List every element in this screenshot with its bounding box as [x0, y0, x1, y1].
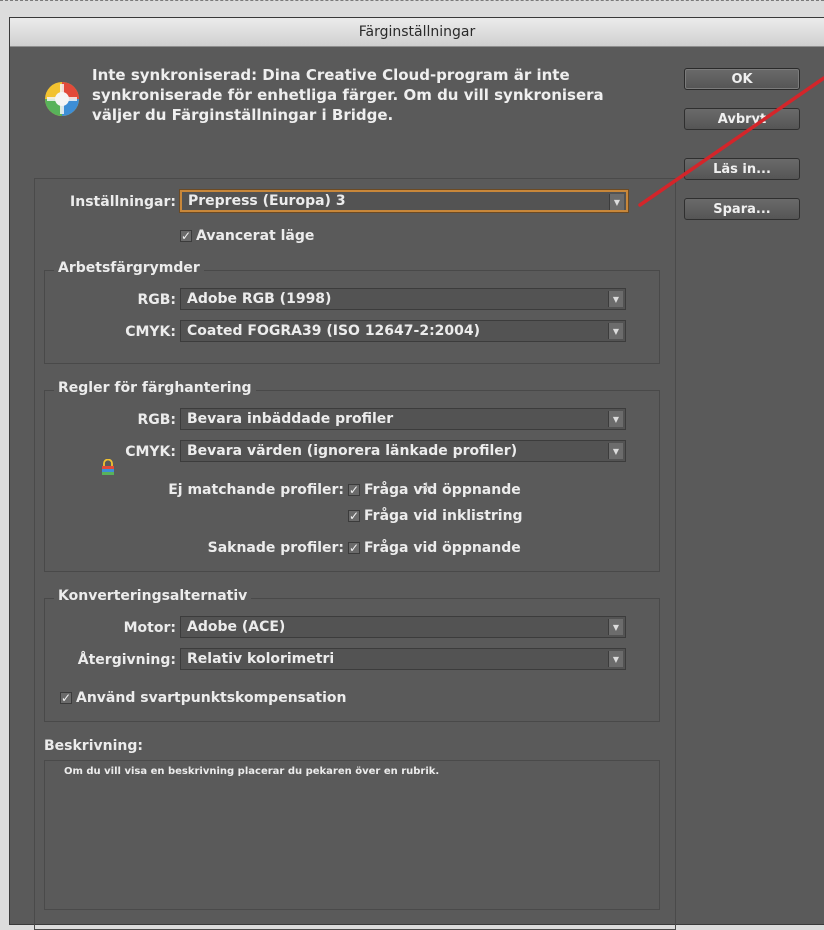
advanced-mode-checkbox[interactable]: ✓ Avancerat läge	[180, 228, 314, 244]
crosshair-cursor-icon: ✛	[421, 481, 432, 496]
description-box	[44, 760, 660, 910]
load-button[interactable]: Läs in...	[684, 158, 800, 180]
description-text: Om du vill visa en beskrivning placerar …	[64, 766, 440, 777]
checkmark-icon: ✓	[348, 509, 360, 523]
cancel-button[interactable]: Avbryt	[684, 108, 800, 130]
cm-cmyk-dropdown[interactable]: Bevara värden (ignorera länkade profiler…	[180, 440, 626, 462]
cm-rgb-value: Bevara inbäddade profiler	[187, 411, 394, 427]
chevron-down-icon: ▼	[608, 411, 623, 427]
missing-ask-open-label: Fråga vid öppnande	[364, 540, 521, 556]
missing-label: Saknade profiler:	[207, 540, 344, 556]
settings-label: Inställningar:	[70, 194, 176, 210]
ok-button[interactable]: OK	[684, 68, 800, 90]
intent-label: Återgivning:	[77, 652, 176, 668]
mismatch-label: Ej matchande profiler:	[168, 482, 344, 498]
cm-rgb-dropdown[interactable]: Bevara inbäddade profiler ▼	[180, 408, 626, 430]
cm-cmyk-value: Bevara värden (ignorera länkade profiler…	[187, 443, 518, 459]
chevron-down-icon: ▼	[608, 619, 623, 635]
missing-ask-open-checkbox[interactable]: ✓ Fråga vid öppnande	[348, 540, 521, 556]
checkmark-icon: ✓	[348, 541, 360, 555]
cm-rgb-label: RGB:	[137, 412, 176, 428]
conversion-title: Konverteringsalternativ	[54, 588, 252, 604]
save-button[interactable]: Spara...	[684, 198, 800, 220]
engine-dropdown[interactable]: Adobe (ACE) ▼	[180, 616, 626, 638]
intent-value: Relativ kolorimetri	[187, 651, 335, 667]
lock-icon	[102, 459, 114, 475]
settings-dropdown[interactable]: Prepress (Europa) 3 ▼	[180, 190, 628, 212]
mismatch-ask-paste-label: Fråga vid inklistring	[364, 508, 523, 524]
ws-cmyk-value: Coated FOGRA39 (ISO 12647-2:2004)	[187, 323, 481, 339]
engine-value: Adobe (ACE)	[187, 619, 286, 635]
mismatch-ask-open-label: Fråga vid öppnande	[364, 482, 521, 498]
settings-value: Prepress (Europa) 3	[188, 193, 346, 209]
chevron-down-icon: ▼	[609, 194, 624, 210]
black-point-checkbox[interactable]: ✓ Använd svartpunktskompensation	[60, 690, 347, 706]
color-wheel-icon	[45, 82, 79, 116]
dialog-titlebar: Färginställningar	[10, 18, 824, 47]
working-spaces-title: Arbetsfärgrymder	[54, 260, 204, 276]
ws-cmyk-dropdown[interactable]: Coated FOGRA39 (ISO 12647-2:2004) ▼	[180, 320, 626, 342]
screen-edge-dashes	[0, 0, 824, 10]
chevron-down-icon: ▼	[608, 651, 623, 667]
working-spaces-group	[44, 270, 660, 364]
ws-rgb-dropdown[interactable]: Adobe RGB (1998) ▼	[180, 288, 626, 310]
intent-dropdown[interactable]: Relativ kolorimetri ▼	[180, 648, 626, 670]
ws-rgb-label: RGB:	[137, 292, 176, 308]
mismatch-ask-paste-checkbox[interactable]: ✓ Fråga vid inklistring	[348, 508, 523, 524]
checkmark-icon: ✓	[180, 229, 192, 243]
ws-rgb-value: Adobe RGB (1998)	[187, 291, 332, 307]
engine-label: Motor:	[123, 620, 176, 636]
chevron-down-icon: ▼	[608, 291, 623, 307]
advanced-mode-label: Avancerat läge	[196, 228, 315, 244]
color-management-title: Regler för färghantering	[54, 380, 256, 396]
dialog-title: Färginställningar	[358, 24, 476, 40]
sync-notice: Inte synkroniserad: Dina Creative Cloud-…	[92, 66, 604, 124]
cm-cmyk-label: CMYK:	[125, 444, 176, 460]
description-title: Beskrivning:	[44, 738, 143, 754]
ws-cmyk-label: CMYK:	[125, 324, 176, 340]
checkmark-icon: ✓	[348, 483, 360, 497]
checkmark-icon: ✓	[60, 691, 72, 705]
color-settings-dialog: Färginställningar Inte synkroniserad: Di…	[10, 18, 824, 930]
chevron-down-icon: ▼	[608, 443, 623, 459]
chevron-down-icon: ▼	[608, 323, 623, 339]
black-point-label: Använd svartpunktskompensation	[76, 690, 347, 706]
